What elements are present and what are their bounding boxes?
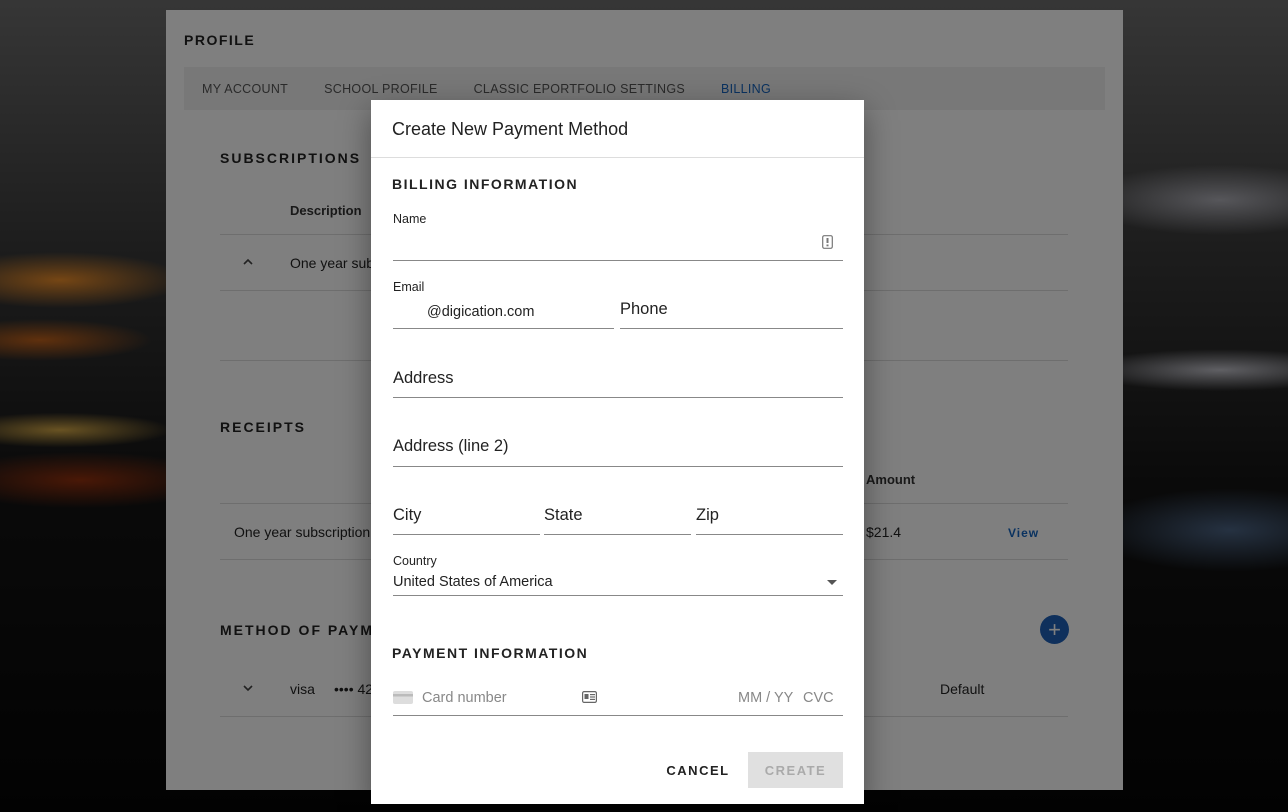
phone-field[interactable]: Phone (620, 296, 843, 329)
address-placeholder: Address (393, 369, 454, 387)
card-autofill-icon[interactable] (582, 691, 597, 703)
email-value: @digication.com (427, 304, 535, 320)
dialog-title: Create New Payment Method (392, 119, 629, 139)
card-number-placeholder: Card number (422, 690, 507, 706)
city-field[interactable]: City (393, 500, 540, 535)
email-field[interactable]: @digication.com (393, 296, 614, 329)
country-value: United States of America (393, 574, 553, 590)
cvc-placeholder: CVC (803, 690, 834, 706)
expiry-placeholder: MM / YY (738, 690, 794, 706)
address-line2-placeholder: Address (line 2) (393, 437, 509, 455)
state-placeholder: State (544, 506, 583, 524)
zip-field[interactable]: Zip (696, 500, 843, 535)
email-label: Email (393, 280, 425, 294)
city-placeholder: City (393, 506, 422, 524)
name-input[interactable] (393, 228, 843, 261)
state-field[interactable]: State (544, 500, 691, 535)
zip-placeholder: Zip (696, 506, 719, 524)
card-input[interactable]: Card number MM / YY CVC (393, 684, 843, 716)
billing-information-title: BILLING INFORMATION (392, 176, 579, 192)
payment-information-title: PAYMENT INFORMATION (392, 645, 589, 661)
create-payment-method-dialog: Create New Payment Method BILLING INFORM… (371, 100, 864, 804)
address-line2-field[interactable]: Address (line 2) (393, 431, 843, 467)
create-button[interactable]: CREATE (748, 752, 843, 788)
credit-card-icon (393, 691, 413, 704)
dropdown-arrow-icon (827, 580, 837, 585)
name-label: Name (393, 212, 427, 226)
address-field[interactable]: Address (393, 362, 843, 398)
autofill-contact-icon[interactable] (822, 235, 833, 249)
country-select[interactable]: United States of America (393, 570, 843, 596)
country-label: Country (393, 554, 437, 568)
cancel-button[interactable]: CANCEL (661, 752, 735, 788)
dialog-divider (371, 157, 864, 158)
phone-placeholder: Phone (620, 300, 668, 318)
